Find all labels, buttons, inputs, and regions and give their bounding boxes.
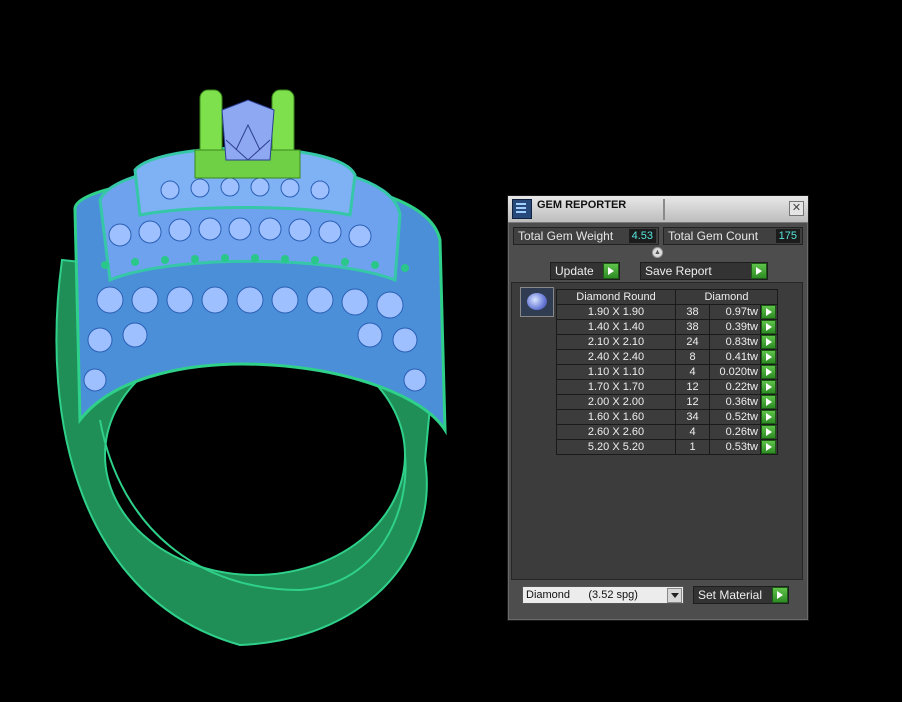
gem-weight-cell: 0.020tw — [709, 364, 761, 380]
gem-count-cell: 38 — [675, 319, 710, 335]
gem-count-cell: 38 — [675, 304, 710, 320]
table-row[interactable]: 1.70 X 1.70 12 0.22tw — [556, 379, 778, 395]
material-select[interactable]: Diamond (3.52 spg) — [522, 586, 684, 604]
gem-count-cell: 34 — [675, 409, 710, 425]
gem-reporter-panel: GEM REPORTER ✕ Total Gem Weight 4.53 Tot… — [507, 195, 809, 621]
gem-weight-cell: 0.52tw — [709, 409, 761, 425]
table-row[interactable]: 1.40 X 1.40 38 0.39tw — [556, 319, 778, 335]
play-arrow-icon — [603, 263, 619, 279]
gem-weight-cell: 0.83tw — [709, 334, 761, 350]
total-gem-weight-label: Total Gem Weight — [518, 229, 614, 243]
play-arrow-icon — [761, 320, 776, 334]
gem-weight-cell: 0.53tw — [709, 439, 761, 455]
title-bar[interactable]: GEM REPORTER ✕ — [508, 196, 808, 223]
table-row[interactable]: 2.60 X 2.60 4 0.26tw — [556, 424, 778, 440]
center-stone-icon — [221, 99, 275, 161]
gem-size-cell: 2.40 X 2.40 — [556, 349, 676, 365]
total-gem-count-value: 175 — [775, 229, 800, 243]
table-row[interactable]: 5.20 X 5.20 1 0.53tw — [556, 439, 778, 455]
gem-count-cell: 24 — [675, 334, 710, 350]
play-arrow-icon — [761, 425, 776, 439]
set-material-button[interactable]: Set Material — [693, 586, 789, 604]
play-arrow-icon — [772, 587, 788, 603]
table-row[interactable]: 1.60 X 1.60 34 0.52tw — [556, 409, 778, 425]
gem-count-cell: 4 — [675, 424, 710, 440]
gem-count-cell: 1 — [675, 439, 710, 455]
total-gem-count: Total Gem Count 175 — [663, 227, 803, 245]
row-select-button[interactable] — [760, 424, 778, 440]
gem-count-cell: 4 — [675, 364, 710, 380]
table-row[interactable]: 2.10 X 2.10 24 0.83tw — [556, 334, 778, 350]
gem-count-cell: 12 — [675, 394, 710, 410]
gem-shape-header: Diamond Round — [556, 289, 676, 305]
update-button-label: Update — [555, 264, 594, 278]
update-button[interactable]: Update — [550, 262, 620, 280]
gem-size-cell: 5.20 X 5.20 — [556, 439, 676, 455]
gem-size-cell: 1.10 X 1.10 — [556, 364, 676, 380]
play-arrow-icon — [761, 305, 776, 319]
gem-weight-cell: 0.41tw — [709, 349, 761, 365]
total-gem-weight-value: 4.53 — [628, 229, 656, 243]
table-row[interactable]: 1.90 X 1.90 38 0.97tw — [556, 304, 778, 320]
play-arrow-icon — [761, 335, 776, 349]
close-button[interactable]: ✕ — [789, 201, 804, 216]
play-arrow-icon — [761, 380, 776, 394]
save-report-button[interactable]: Save Report — [640, 262, 768, 280]
gem-table: Diamond Round Diamond 1.90 X 1.90 38 0.97t… — [556, 289, 778, 455]
gem-weight-cell: 0.36tw — [709, 394, 761, 410]
gem-weight-cell: 0.22tw — [709, 379, 761, 395]
total-gem-count-label: Total Gem Count — [668, 229, 759, 243]
play-arrow-icon — [761, 410, 776, 424]
gem-reporter-icon — [512, 199, 532, 219]
gem-count-cell: 8 — [675, 349, 710, 365]
row-select-button[interactable] — [760, 439, 778, 455]
gem-size-cell: 2.00 X 2.00 — [556, 394, 676, 410]
chevron-down-icon[interactable] — [667, 588, 682, 603]
play-arrow-icon — [761, 440, 776, 454]
gem-size-cell: 1.60 X 1.60 — [556, 409, 676, 425]
gem-material-header: Diamond — [675, 289, 778, 305]
gem-weight-cell: 0.97tw — [709, 304, 761, 320]
row-select-button[interactable] — [760, 304, 778, 320]
row-select-button[interactable] — [760, 349, 778, 365]
material-select-value: Diamond (3.52 spg) — [526, 589, 638, 601]
gem-size-cell: 2.60 X 2.60 — [556, 424, 676, 440]
row-select-button[interactable] — [760, 379, 778, 395]
play-arrow-icon — [761, 395, 776, 409]
gem-weight-cell: 0.26tw — [709, 424, 761, 440]
gem-count-cell: 12 — [675, 379, 710, 395]
gem-size-cell: 1.40 X 1.40 — [556, 319, 676, 335]
row-select-button[interactable] — [760, 394, 778, 410]
gem-size-cell: 2.10 X 2.10 — [556, 334, 676, 350]
row-select-button[interactable] — [760, 319, 778, 335]
gem-size-cell: 1.70 X 1.70 — [556, 379, 676, 395]
table-row[interactable]: 2.40 X 2.40 8 0.41tw — [556, 349, 778, 365]
panel-title: GEM REPORTER — [537, 199, 665, 220]
row-select-button[interactable] — [760, 409, 778, 425]
collapse-toggle-icon[interactable]: ▲ — [652, 247, 663, 258]
play-arrow-icon — [751, 263, 767, 279]
total-gem-weight: Total Gem Weight 4.53 — [513, 227, 659, 245]
save-report-button-label: Save Report — [645, 264, 712, 278]
diamond-round-thumbnail-icon[interactable] — [520, 287, 554, 317]
row-select-button[interactable] — [760, 334, 778, 350]
table-row[interactable]: 2.00 X 2.00 12 0.36tw — [556, 394, 778, 410]
gem-weight-cell: 0.39tw — [709, 319, 761, 335]
play-arrow-icon — [761, 350, 776, 364]
gem-list-area: Diamond Round Diamond 1.90 X 1.90 38 0.97t… — [511, 282, 803, 580]
ring-3d-viewport[interactable] — [0, 0, 500, 702]
table-row[interactable]: 1.10 X 1.10 4 0.020tw — [556, 364, 778, 380]
gem-size-cell: 1.90 X 1.90 — [556, 304, 676, 320]
row-select-button[interactable] — [760, 364, 778, 380]
play-arrow-icon — [761, 365, 776, 379]
set-material-button-label: Set Material — [698, 588, 763, 602]
